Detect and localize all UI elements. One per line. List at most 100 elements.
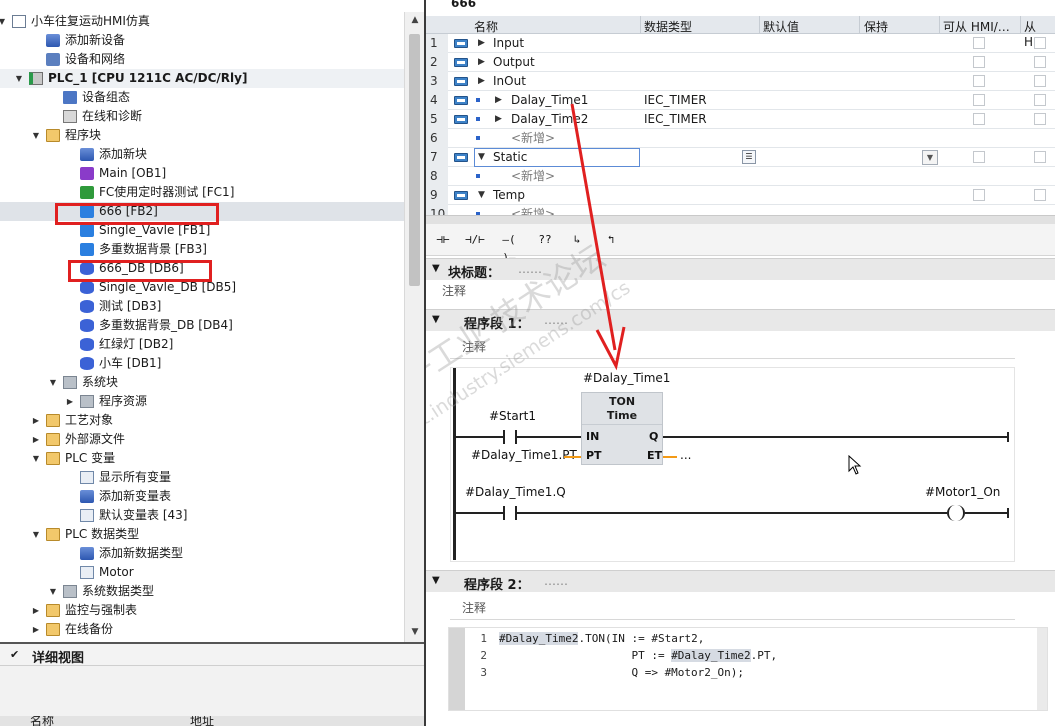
tree-item[interactable]: ▶ 外部源文件 <box>0 430 404 449</box>
detail-col-name[interactable]: 名称 <box>30 716 54 726</box>
editor-split-handle[interactable] <box>426 215 1055 224</box>
tree-item[interactable]: 添加新块 <box>0 145 404 164</box>
row-checkbox[interactable] <box>973 37 985 49</box>
tree-item[interactable]: ▼ PLC 变量 <box>0 449 404 468</box>
tree-item[interactable]: ▼ 系统数据类型 <box>0 582 404 601</box>
interface-row[interactable]: 2 ▶ Output <box>426 53 1055 72</box>
collapse-icon[interactable]: ▼ <box>432 575 440 586</box>
row-number[interactable]: 4 <box>426 91 448 110</box>
expand-right-icon[interactable]: ▶ <box>495 110 502 129</box>
row-number[interactable]: 9 <box>426 186 448 205</box>
interface-row[interactable]: 1 ▶ Input <box>426 34 1055 53</box>
tree-item[interactable]: 设备组态 <box>0 88 404 107</box>
row-number[interactable]: 6 <box>426 129 448 148</box>
row-checkbox[interactable] <box>1034 113 1046 125</box>
nc-contact-icon[interactable]: ⊣/⊢ <box>462 231 488 249</box>
expand-down-icon[interactable]: ▼ <box>14 69 24 88</box>
contact-dalay-time1-q[interactable] <box>503 506 517 520</box>
tree-item[interactable]: 添加新数据类型 <box>0 544 404 563</box>
empty-box-icon[interactable]: ?? <box>532 231 558 249</box>
row-checkbox[interactable] <box>973 113 985 125</box>
tree-item[interactable]: 测试 [DB3] <box>0 297 404 316</box>
dropdown-icon[interactable]: ▼ <box>922 150 938 165</box>
row-checkbox[interactable] <box>973 75 985 87</box>
row-datatype[interactable]: IEC_TIMER <box>644 110 707 129</box>
coil-motor1-on[interactable] <box>947 505 965 521</box>
collapse-icon[interactable]: ▼ <box>432 263 440 274</box>
network-2-scl-editor[interactable]: 1 #Dalay_Time2.TON(IN := #Start2, 2 PT := … <box>448 627 1048 711</box>
et-operand[interactable]: ... <box>680 448 691 462</box>
row-checkbox[interactable] <box>1034 75 1046 87</box>
tree-item[interactable]: Motor <box>0 563 404 582</box>
tree-item[interactable]: 多重数据背景_DB [DB4] <box>0 316 404 335</box>
expand-right-icon[interactable]: ▶ <box>495 91 502 110</box>
row-datatype[interactable]: IEC_TIMER <box>644 91 707 110</box>
tree-item[interactable]: 默认变量表 [43] <box>0 506 404 525</box>
coil-operand[interactable]: #Motor1_On <box>925 485 1000 499</box>
scroll-up-icon[interactable]: ▲ <box>405 12 424 28</box>
expand-right-icon[interactable]: ▶ <box>31 601 41 620</box>
expand-right-icon[interactable]: ▶ <box>478 53 485 72</box>
row-checkbox[interactable] <box>973 151 985 163</box>
timer-instance[interactable]: #Dalay_Time1 <box>583 371 670 385</box>
row-number[interactable]: 2 <box>426 53 448 72</box>
tree-item[interactable]: ▶ 监控与强制表 <box>0 601 404 620</box>
col-hmi[interactable]: 可从 HMI/… <box>943 18 1010 35</box>
close-branch-icon[interactable]: ↰ <box>598 231 624 249</box>
tree-item[interactable]: 多重数据背景 [FB3] <box>0 240 404 259</box>
expand-down-icon[interactable]: ▼ <box>478 186 485 205</box>
expand-right-icon[interactable]: ▶ <box>65 392 75 411</box>
col-default[interactable]: 默认值 <box>763 18 799 35</box>
expand-down-icon[interactable]: ▼ <box>0 12 7 31</box>
row-name[interactable]: <新增> <box>511 129 555 148</box>
interface-row[interactable]: 9 ▼ Temp <box>426 186 1055 205</box>
row-checkbox[interactable] <box>973 56 985 68</box>
tree-item[interactable]: Main [OB1] <box>0 164 404 183</box>
tree-item[interactable]: ▶ 程序资源 <box>0 392 404 411</box>
scl-code[interactable]: Q => #Motor2_On); <box>499 665 744 681</box>
row-name[interactable]: Output <box>493 53 535 72</box>
collapse-icon[interactable]: ▼ <box>432 314 440 325</box>
chevron-down-icon[interactable]: ✔ <box>10 648 19 661</box>
tree-item[interactable]: 添加新设备 <box>0 31 404 50</box>
tree-item[interactable]: ▼ PLC 数据类型 <box>0 525 404 544</box>
expand-down-icon[interactable]: ▼ <box>48 582 58 601</box>
expand-right-icon[interactable]: ▶ <box>31 620 41 639</box>
tree-item[interactable]: 显示所有变量 <box>0 468 404 487</box>
tree-item[interactable]: ▼ 小车往复运动HMI仿真 <box>0 12 404 31</box>
expand-right-icon[interactable]: ▶ <box>478 72 485 91</box>
scroll-thumb[interactable] <box>409 34 420 286</box>
row-name[interactable]: <新增> <box>511 205 555 215</box>
scl-code[interactable]: #Dalay_Time2.TON(IN := #Start2, <box>499 631 704 647</box>
expand-right-icon[interactable]: ▶ <box>31 411 41 430</box>
tree-item[interactable]: 在线和诊断 <box>0 107 404 126</box>
row-checkbox[interactable] <box>973 94 985 106</box>
row-number[interactable]: 7 <box>426 148 448 167</box>
scroll-down-icon[interactable]: ▼ <box>405 624 424 640</box>
no-contact-icon[interactable]: ⊣⊢ <box>430 231 456 249</box>
expand-down-icon[interactable]: ▼ <box>31 126 41 145</box>
detail-view-header[interactable]: ✔ 详细视图 <box>0 642 424 666</box>
expand-down-icon[interactable]: ▼ <box>48 373 58 392</box>
interface-row[interactable]: 3 ▶ InOut <box>426 72 1055 91</box>
contact-start1-operand[interactable]: #Start1 <box>489 409 536 423</box>
row-number[interactable]: 8 <box>426 167 448 186</box>
contact-q-operand[interactable]: #Dalay_Time1.Q <box>465 485 566 499</box>
row-name[interactable]: Dalay_Time2 <box>511 110 588 129</box>
tree-item[interactable]: 红绿灯 [DB2] <box>0 335 404 354</box>
row-name[interactable]: Static <box>493 148 527 167</box>
row-name[interactable]: InOut <box>493 72 526 91</box>
row-number[interactable]: 10 <box>426 205 448 215</box>
tree-item[interactable]: ▼ PLC_1 [CPU 1211C AC/DC/Rly] <box>0 69 404 88</box>
interface-row[interactable]: 5 ▶ Dalay_Time2 IEC_TIMER <box>426 110 1055 129</box>
interface-row[interactable]: 4 ▶ Dalay_Time1 IEC_TIMER <box>426 91 1055 110</box>
expand-down-icon[interactable]: ▼ <box>31 449 41 468</box>
expand-right-icon[interactable]: ▶ <box>478 34 485 53</box>
tree-item[interactable]: ▶ 在线备份 <box>0 620 404 639</box>
tree-item[interactable]: 设备和网络 <box>0 50 404 69</box>
row-checkbox[interactable] <box>1034 94 1046 106</box>
row-name[interactable]: Input <box>493 34 524 53</box>
row-number[interactable]: 3 <box>426 72 448 91</box>
interface-row[interactable]: 8 <新增> <box>426 167 1055 186</box>
row-number[interactable]: 1 <box>426 34 448 53</box>
